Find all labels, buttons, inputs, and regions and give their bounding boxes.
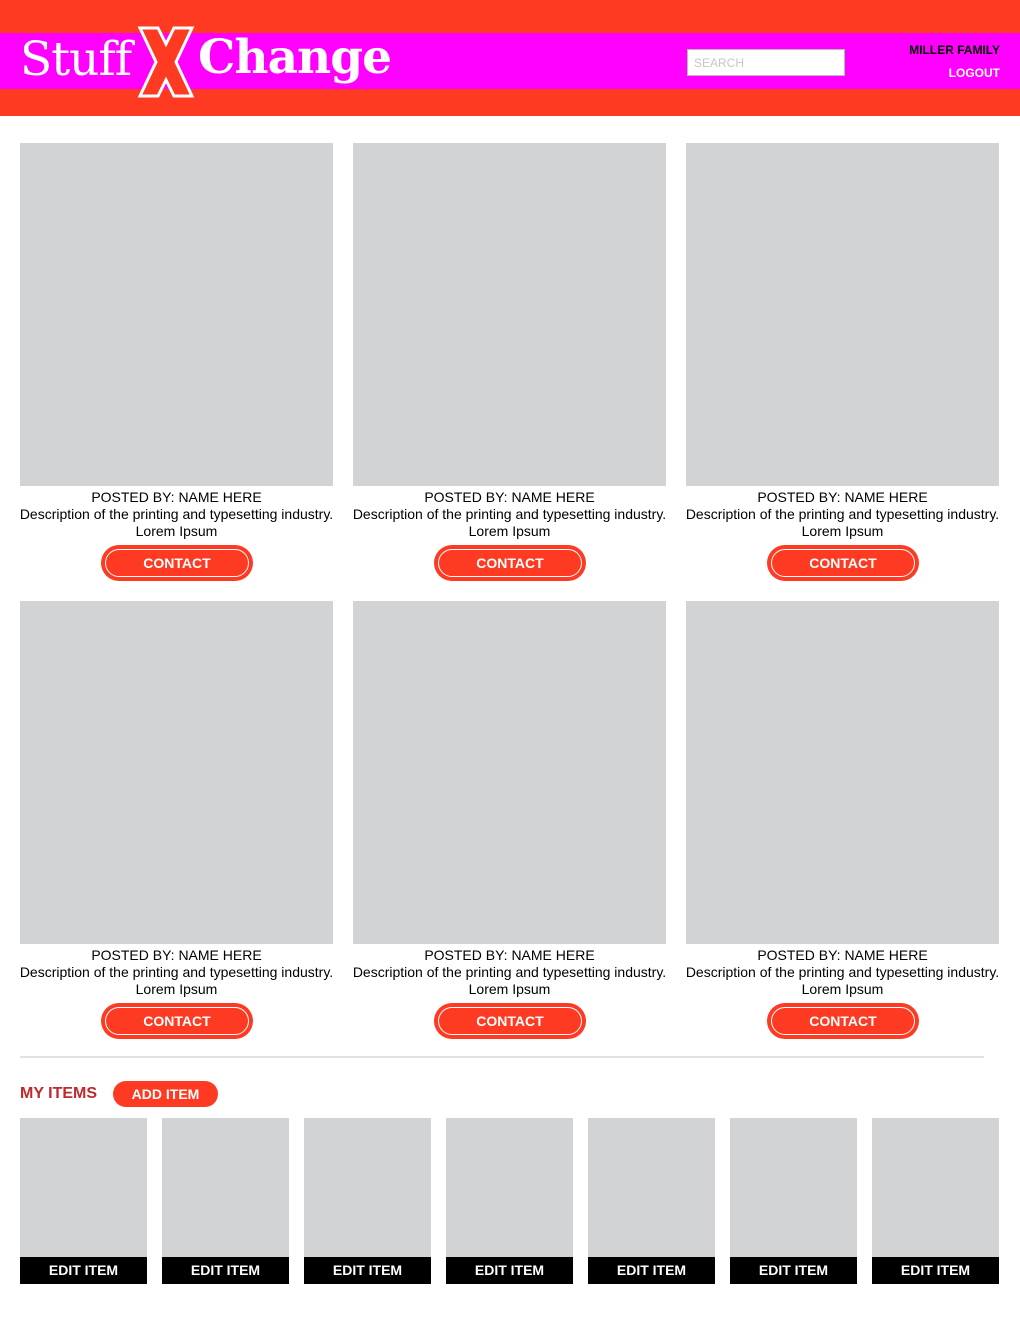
edit-item-button[interactable]: EDIT ITEM — [872, 1257, 999, 1284]
listing-description: Description of the printing and typesett… — [19, 506, 334, 522]
logout-link[interactable]: LOGOUT — [949, 66, 1000, 80]
contact-button[interactable]: CONTACT — [434, 545, 586, 581]
listing-posted-by: POSTED BY: NAME HERE — [757, 947, 928, 963]
contact-button[interactable]: CONTACT — [434, 1003, 586, 1039]
listing-card: POSTED BY: NAME HERE Description of the … — [686, 143, 999, 583]
site-logo[interactable]: Stuff Change — [20, 24, 392, 100]
logo-x-icon — [137, 26, 195, 98]
my-item-image[interactable] — [872, 1118, 999, 1257]
listing-description: Description of the printing and typesett… — [19, 964, 334, 980]
listing-subtitle: Lorem Ipsum — [135, 981, 218, 997]
listing-image[interactable] — [686, 143, 999, 486]
my-item: EDIT ITEM — [588, 1118, 715, 1284]
edit-item-button[interactable]: EDIT ITEM — [20, 1257, 147, 1284]
listing-info: POSTED BY: NAME HERE Description of the … — [678, 947, 1007, 998]
listing-image[interactable] — [20, 601, 333, 944]
contact-button[interactable]: CONTACT — [767, 545, 919, 581]
contact-button[interactable]: CONTACT — [101, 1003, 253, 1039]
listing-posted-by: POSTED BY: NAME HERE — [424, 947, 595, 963]
listing-posted-by: POSTED BY: NAME HERE — [757, 489, 928, 505]
my-items-title: MY ITEMS — [20, 1085, 98, 1102]
listing-image[interactable] — [686, 601, 999, 944]
contact-button-label: CONTACT — [143, 1013, 211, 1029]
my-item-image[interactable] — [588, 1118, 715, 1257]
logo-word-stuff: Stuff — [20, 32, 132, 87]
contact-button-label: CONTACT — [476, 555, 544, 571]
user-name: MILLER FAMILY — [909, 43, 1000, 57]
contact-button-label: CONTACT — [143, 555, 211, 571]
listing-image[interactable] — [20, 143, 333, 486]
listing-card: POSTED BY: NAME HERE Description of the … — [20, 601, 333, 1041]
contact-button[interactable]: CONTACT — [101, 545, 253, 581]
section-divider — [20, 1056, 984, 1058]
listing-info: POSTED BY: NAME HERE Description of the … — [678, 489, 1007, 540]
listing-description: Description of the printing and typesett… — [352, 506, 667, 522]
my-item: EDIT ITEM — [304, 1118, 431, 1284]
listing-description: Description of the printing and typesett… — [352, 964, 667, 980]
my-item-image[interactable] — [162, 1118, 289, 1257]
listing-card: POSTED BY: NAME HERE Description of the … — [353, 143, 666, 583]
listing-image[interactable] — [353, 143, 666, 486]
listing-description: Description of the printing and typesett… — [685, 506, 1000, 522]
edit-item-button[interactable]: EDIT ITEM — [588, 1257, 715, 1284]
contact-button-label: CONTACT — [476, 1013, 544, 1029]
listing-info: POSTED BY: NAME HERE Description of the … — [345, 489, 674, 540]
search-input[interactable] — [687, 49, 845, 76]
edit-item-button[interactable]: EDIT ITEM — [304, 1257, 431, 1284]
listing-card: POSTED BY: NAME HERE Description of the … — [686, 601, 999, 1041]
my-item: EDIT ITEM — [20, 1118, 147, 1284]
listing-description: Description of the printing and typesett… — [685, 964, 1000, 980]
my-item: EDIT ITEM — [730, 1118, 857, 1284]
listing-subtitle: Lorem Ipsum — [468, 981, 551, 997]
contact-button-label: CONTACT — [809, 555, 877, 571]
edit-item-button[interactable]: EDIT ITEM — [162, 1257, 289, 1284]
listing-info: POSTED BY: NAME HERE Description of the … — [345, 947, 674, 998]
add-item-button[interactable]: ADD ITEM — [113, 1081, 218, 1107]
contact-button[interactable]: CONTACT — [767, 1003, 919, 1039]
listing-card: POSTED BY: NAME HERE Description of the … — [20, 143, 333, 583]
listing-image[interactable] — [353, 601, 666, 944]
edit-item-button[interactable]: EDIT ITEM — [446, 1257, 573, 1284]
listing-subtitle: Lorem Ipsum — [468, 523, 551, 539]
edit-item-button[interactable]: EDIT ITEM — [730, 1257, 857, 1284]
listing-subtitle: Lorem Ipsum — [135, 523, 218, 539]
my-item-image[interactable] — [304, 1118, 431, 1257]
listing-info: POSTED BY: NAME HERE Description of the … — [12, 489, 341, 540]
logo-word-change: Change — [198, 30, 392, 85]
contact-button-label: CONTACT — [809, 1013, 877, 1029]
site-header: Stuff Change MILLER FAMILY LOGOUT — [0, 0, 1020, 116]
my-item-image[interactable] — [446, 1118, 573, 1257]
my-item: EDIT ITEM — [446, 1118, 573, 1284]
listing-info: POSTED BY: NAME HERE Description of the … — [12, 947, 341, 998]
my-item: EDIT ITEM — [162, 1118, 289, 1284]
listing-posted-by: POSTED BY: NAME HERE — [91, 489, 262, 505]
listing-subtitle: Lorem Ipsum — [801, 523, 884, 539]
listing-card: POSTED BY: NAME HERE Description of the … — [353, 601, 666, 1041]
listing-posted-by: POSTED BY: NAME HERE — [91, 947, 262, 963]
listing-subtitle: Lorem Ipsum — [801, 981, 884, 997]
my-item-image[interactable] — [20, 1118, 147, 1257]
my-item: EDIT ITEM — [872, 1118, 999, 1284]
listing-posted-by: POSTED BY: NAME HERE — [424, 489, 595, 505]
my-item-image[interactable] — [730, 1118, 857, 1257]
